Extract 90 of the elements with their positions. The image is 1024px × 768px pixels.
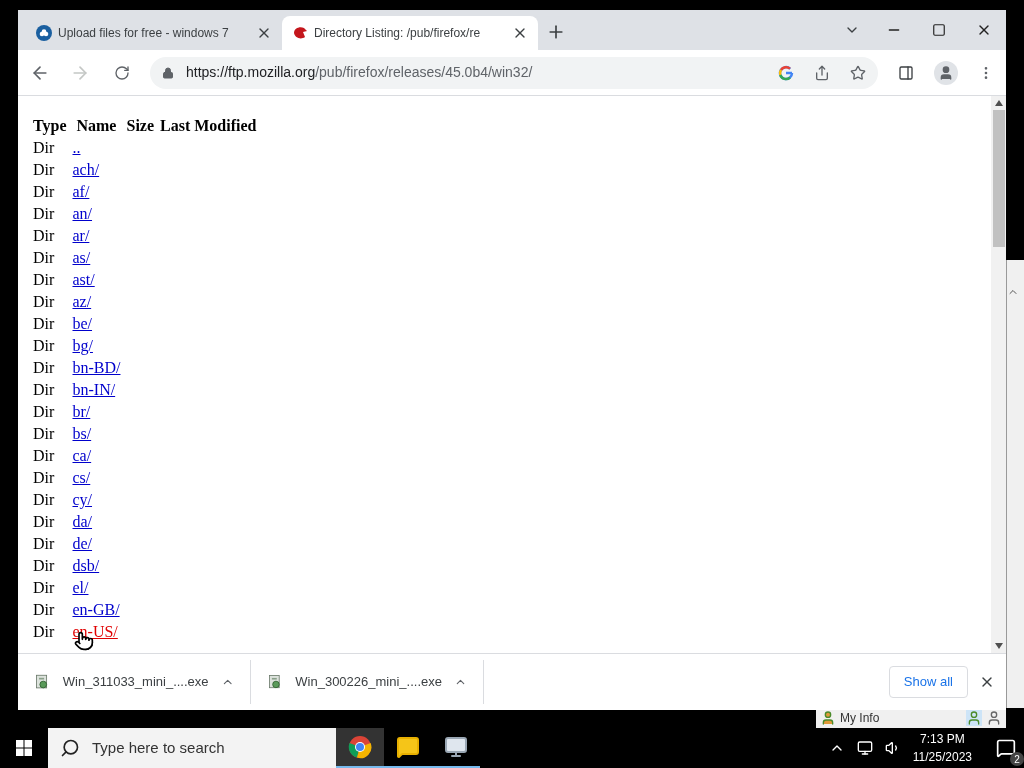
address-bar[interactable]: https://ftp.mozilla.org/pub/firefox/releases/45.0b4/win32/ — [150, 56, 878, 89]
type-cell-text: Dir — [32, 446, 56, 466]
person-icon[interactable] — [986, 710, 1002, 726]
monitor-icon — [444, 735, 468, 759]
person-icon[interactable] — [966, 710, 982, 726]
type-cell-text: Dir — [32, 468, 56, 488]
clock-date: 11/25/2023 — [912, 749, 972, 766]
directory-link[interactable]: cy/ — [72, 491, 93, 508]
type-cell-text: Dir — [32, 204, 56, 224]
column-header: Last Modified — [159, 116, 258, 136]
chrome-logo-icon — [348, 735, 372, 759]
download-item[interactable]: Win_300226_mini_....exe — [251, 660, 484, 704]
browser-tab[interactable]: Upload files for free - windows 7 — [26, 16, 282, 50]
type-cell-text: Dir — [32, 182, 56, 202]
clock-time: 7:13 PM — [920, 731, 965, 748]
directory-link[interactable]: an/ — [72, 205, 93, 222]
directory-link[interactable]: bs/ — [72, 425, 92, 442]
directory-link[interactable]: be/ — [72, 315, 93, 332]
reload-icon[interactable] — [114, 64, 130, 81]
lock-icon — [162, 65, 174, 80]
directory-link[interactable]: el/ — [72, 579, 89, 596]
directory-link[interactable]: af/ — [72, 183, 90, 200]
directory-link[interactable]: .. — [72, 139, 81, 156]
tab-title: Directory Listing: /pub/firefox/re — [314, 25, 482, 42]
directory-link[interactable]: bn-BD/ — [72, 359, 121, 376]
directory-link[interactable]: ach/ — [72, 161, 100, 178]
column-header: Size — [125, 116, 156, 136]
download-item[interactable]: Win_311033_mini_....exe — [18, 660, 251, 704]
type-cell-text: Dir — [32, 226, 56, 246]
type-cell-text: Dir — [32, 292, 56, 312]
cloud-logo-icon — [36, 25, 52, 41]
scrollbar-thumb[interactable] — [992, 110, 1005, 247]
tab-title: Upload files for free - windows 7 — [58, 25, 230, 42]
type-cell-text: Dir — [32, 402, 56, 422]
scroll-down-icon[interactable] — [994, 643, 1003, 649]
type-cell-text: Dir — [32, 248, 56, 268]
profile-avatar[interactable] — [934, 60, 958, 85]
type-cell-text: Dir — [32, 424, 56, 444]
side-panel-icon[interactable] — [898, 64, 914, 81]
type-cell-text: Dir — [32, 600, 56, 620]
type-cell-text: Dir — [32, 358, 56, 378]
directory-link[interactable]: bg/ — [72, 337, 93, 354]
info-label: My Info — [840, 710, 880, 727]
directory-link[interactable]: br/ — [72, 403, 91, 420]
download-filename: Win_311033_mini_....exe — [62, 673, 209, 692]
windows-logo-icon[interactable] — [16, 740, 32, 756]
scrollbar[interactable] — [991, 96, 1006, 653]
type-cell-text: Dir — [32, 490, 56, 510]
column-header: Type — [32, 116, 68, 137]
type-cell-text: Dir — [32, 556, 56, 576]
directory-link[interactable]: de/ — [72, 535, 93, 552]
directory-link[interactable]: ar/ — [72, 227, 90, 244]
person-icon — [820, 710, 836, 726]
directory-link[interactable]: bn-IN/ — [72, 381, 116, 398]
type-cell-text: Dir — [32, 160, 56, 180]
directory-link[interactable]: dsb/ — [72, 557, 100, 574]
url-text: https://ftp.mozilla.org/pub/firefox/releases/45.0b4/win32/ — [186, 63, 534, 82]
share-icon[interactable] — [814, 64, 830, 81]
type-cell-text: Dir — [32, 380, 56, 400]
directory-link[interactable]: ast/ — [72, 271, 95, 288]
type-cell-text: Dir — [32, 578, 56, 598]
type-cell-text: Dir — [32, 270, 56, 290]
type-cell-text: Dir — [32, 534, 56, 554]
directory-link[interactable]: en-GB/ — [72, 601, 120, 618]
download-filename: Win_300226_mini_....exe — [295, 673, 442, 692]
type-cell-text: Dir — [32, 336, 56, 356]
browser-tab[interactable]: Directory Listing: /pub/firefox/re — [282, 16, 538, 50]
taskbar-app[interactable] — [336, 728, 384, 768]
scroll-up-icon[interactable] — [994, 100, 1003, 106]
show-all-button[interactable]: Show all — [888, 666, 968, 698]
bookmark-star-icon[interactable] — [850, 64, 866, 81]
notification-count: 2 — [1010, 752, 1024, 766]
column-header: Name — [75, 116, 118, 136]
google-logo-icon[interactable] — [778, 64, 794, 81]
taskbar-search-field[interactable]: Type here to search — [48, 728, 336, 768]
network-icon[interactable] — [856, 740, 873, 756]
directory-link[interactable]: da/ — [72, 513, 93, 530]
maximize-icon[interactable] — [932, 23, 946, 37]
directory-link[interactable]: ca/ — [72, 447, 92, 464]
directory-link[interactable]: cs/ — [72, 469, 91, 486]
speech-bubble-icon — [396, 735, 420, 759]
type-cell-text: Dir — [32, 314, 56, 334]
dragon-logo-icon — [292, 25, 308, 41]
type-cell-text: Dir — [32, 622, 56, 642]
search-icon — [60, 738, 80, 758]
notifications-icon[interactable] — [996, 738, 1016, 758]
type-cell-text: Dir — [32, 512, 56, 532]
type-cell-text: Dir — [32, 138, 56, 158]
directory-link[interactable]: as/ — [72, 249, 91, 266]
directory-link[interactable]: az/ — [72, 293, 92, 310]
